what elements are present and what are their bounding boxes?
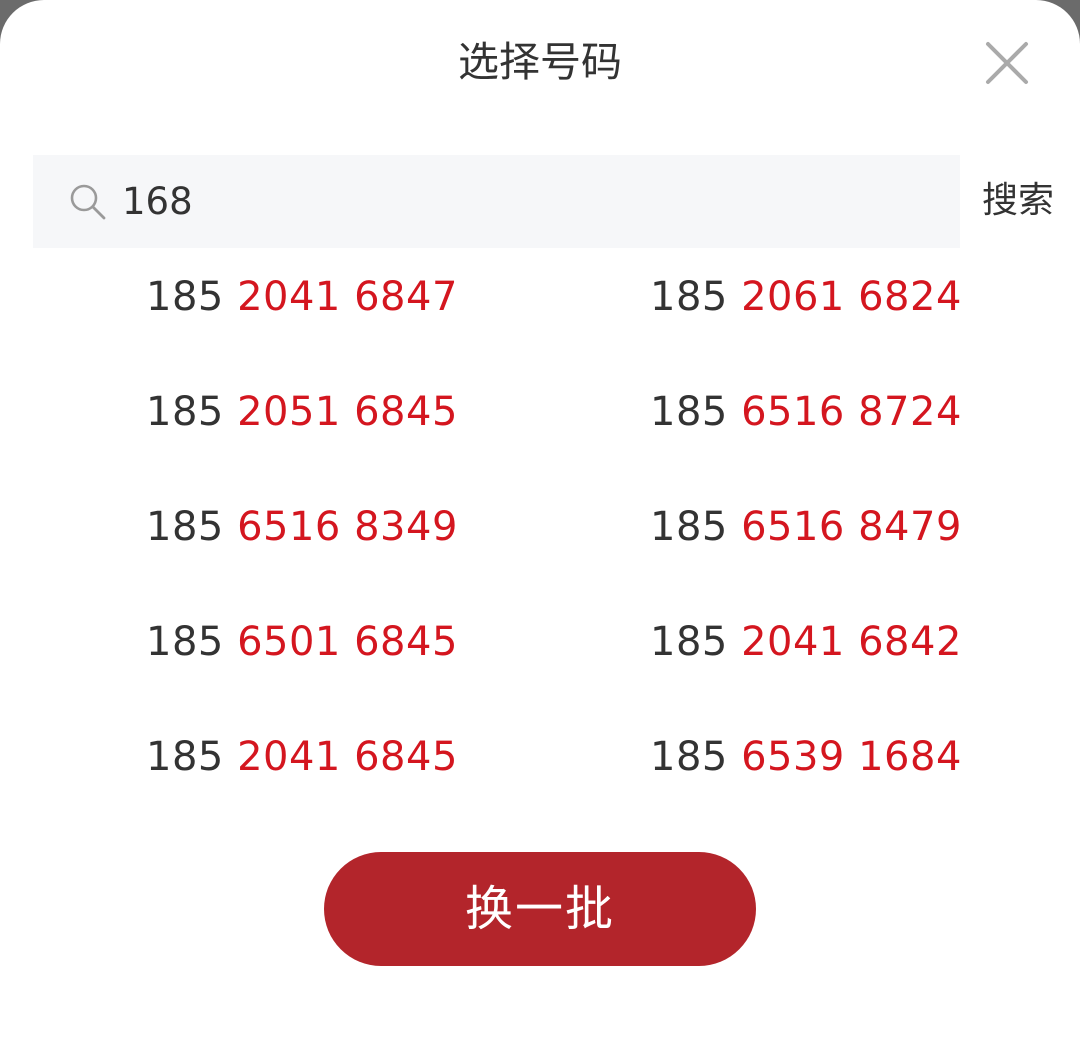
number-prefix: 185 bbox=[650, 504, 728, 550]
number-middle: 2041 bbox=[237, 274, 341, 320]
number-prefix: 185 bbox=[650, 619, 728, 665]
number-option[interactable]: 185 6539 1684 bbox=[650, 722, 962, 792]
number-middle: 2061 bbox=[741, 274, 845, 320]
number-option[interactable]: 185 2051 6845 bbox=[146, 377, 458, 447]
number-suffix: 1684 bbox=[858, 734, 962, 780]
number-middle: 2051 bbox=[237, 389, 341, 435]
number-middle: 6539 bbox=[741, 734, 845, 780]
number-prefix: 185 bbox=[146, 504, 224, 550]
number-prefix: 185 bbox=[650, 389, 728, 435]
refresh-batch-button[interactable]: 换一批 bbox=[324, 852, 756, 966]
number-suffix: 6842 bbox=[858, 619, 962, 665]
number-suffix: 8479 bbox=[858, 504, 962, 550]
number-middle: 6516 bbox=[741, 504, 845, 550]
number-option[interactable]: 185 6501 6845 bbox=[146, 607, 458, 677]
number-suffix: 8349 bbox=[354, 504, 458, 550]
search-icon bbox=[68, 182, 108, 222]
number-option[interactable]: 185 6516 8724 bbox=[650, 377, 962, 447]
number-middle: 6516 bbox=[237, 504, 341, 550]
number-option[interactable]: 185 2041 6842 bbox=[650, 607, 962, 677]
number-suffix: 6845 bbox=[354, 619, 458, 665]
number-prefix: 185 bbox=[650, 274, 728, 320]
number-prefix: 185 bbox=[146, 274, 224, 320]
number-prefix: 185 bbox=[146, 389, 224, 435]
number-middle: 6501 bbox=[237, 619, 341, 665]
close-icon bbox=[986, 42, 1028, 84]
number-option[interactable]: 185 2041 6847 bbox=[146, 262, 458, 332]
number-prefix: 185 bbox=[146, 619, 224, 665]
number-suffix: 6824 bbox=[858, 274, 962, 320]
search-input[interactable] bbox=[122, 170, 942, 232]
number-suffix: 6845 bbox=[354, 734, 458, 780]
number-option[interactable]: 185 2041 6845 bbox=[146, 722, 458, 792]
number-suffix: 6845 bbox=[354, 389, 458, 435]
number-middle: 6516 bbox=[741, 389, 845, 435]
number-option[interactable]: 185 6516 8479 bbox=[650, 492, 962, 562]
number-prefix: 185 bbox=[146, 734, 224, 780]
search-button[interactable]: 搜索 bbox=[982, 174, 1054, 228]
number-suffix: 6847 bbox=[354, 274, 458, 320]
number-suffix: 8724 bbox=[858, 389, 962, 435]
close-button[interactable] bbox=[984, 40, 1030, 86]
number-middle: 2041 bbox=[741, 619, 845, 665]
number-option[interactable]: 185 6516 8349 bbox=[146, 492, 458, 562]
number-option[interactable]: 185 2061 6824 bbox=[650, 262, 962, 332]
number-prefix: 185 bbox=[650, 734, 728, 780]
number-middle: 2041 bbox=[237, 734, 341, 780]
dialog-title: 选择号码 bbox=[458, 38, 622, 86]
number-picker-dialog: 选择号码 搜索 185 2041 6847 185 2061 6824 185 … bbox=[0, 0, 1080, 1037]
